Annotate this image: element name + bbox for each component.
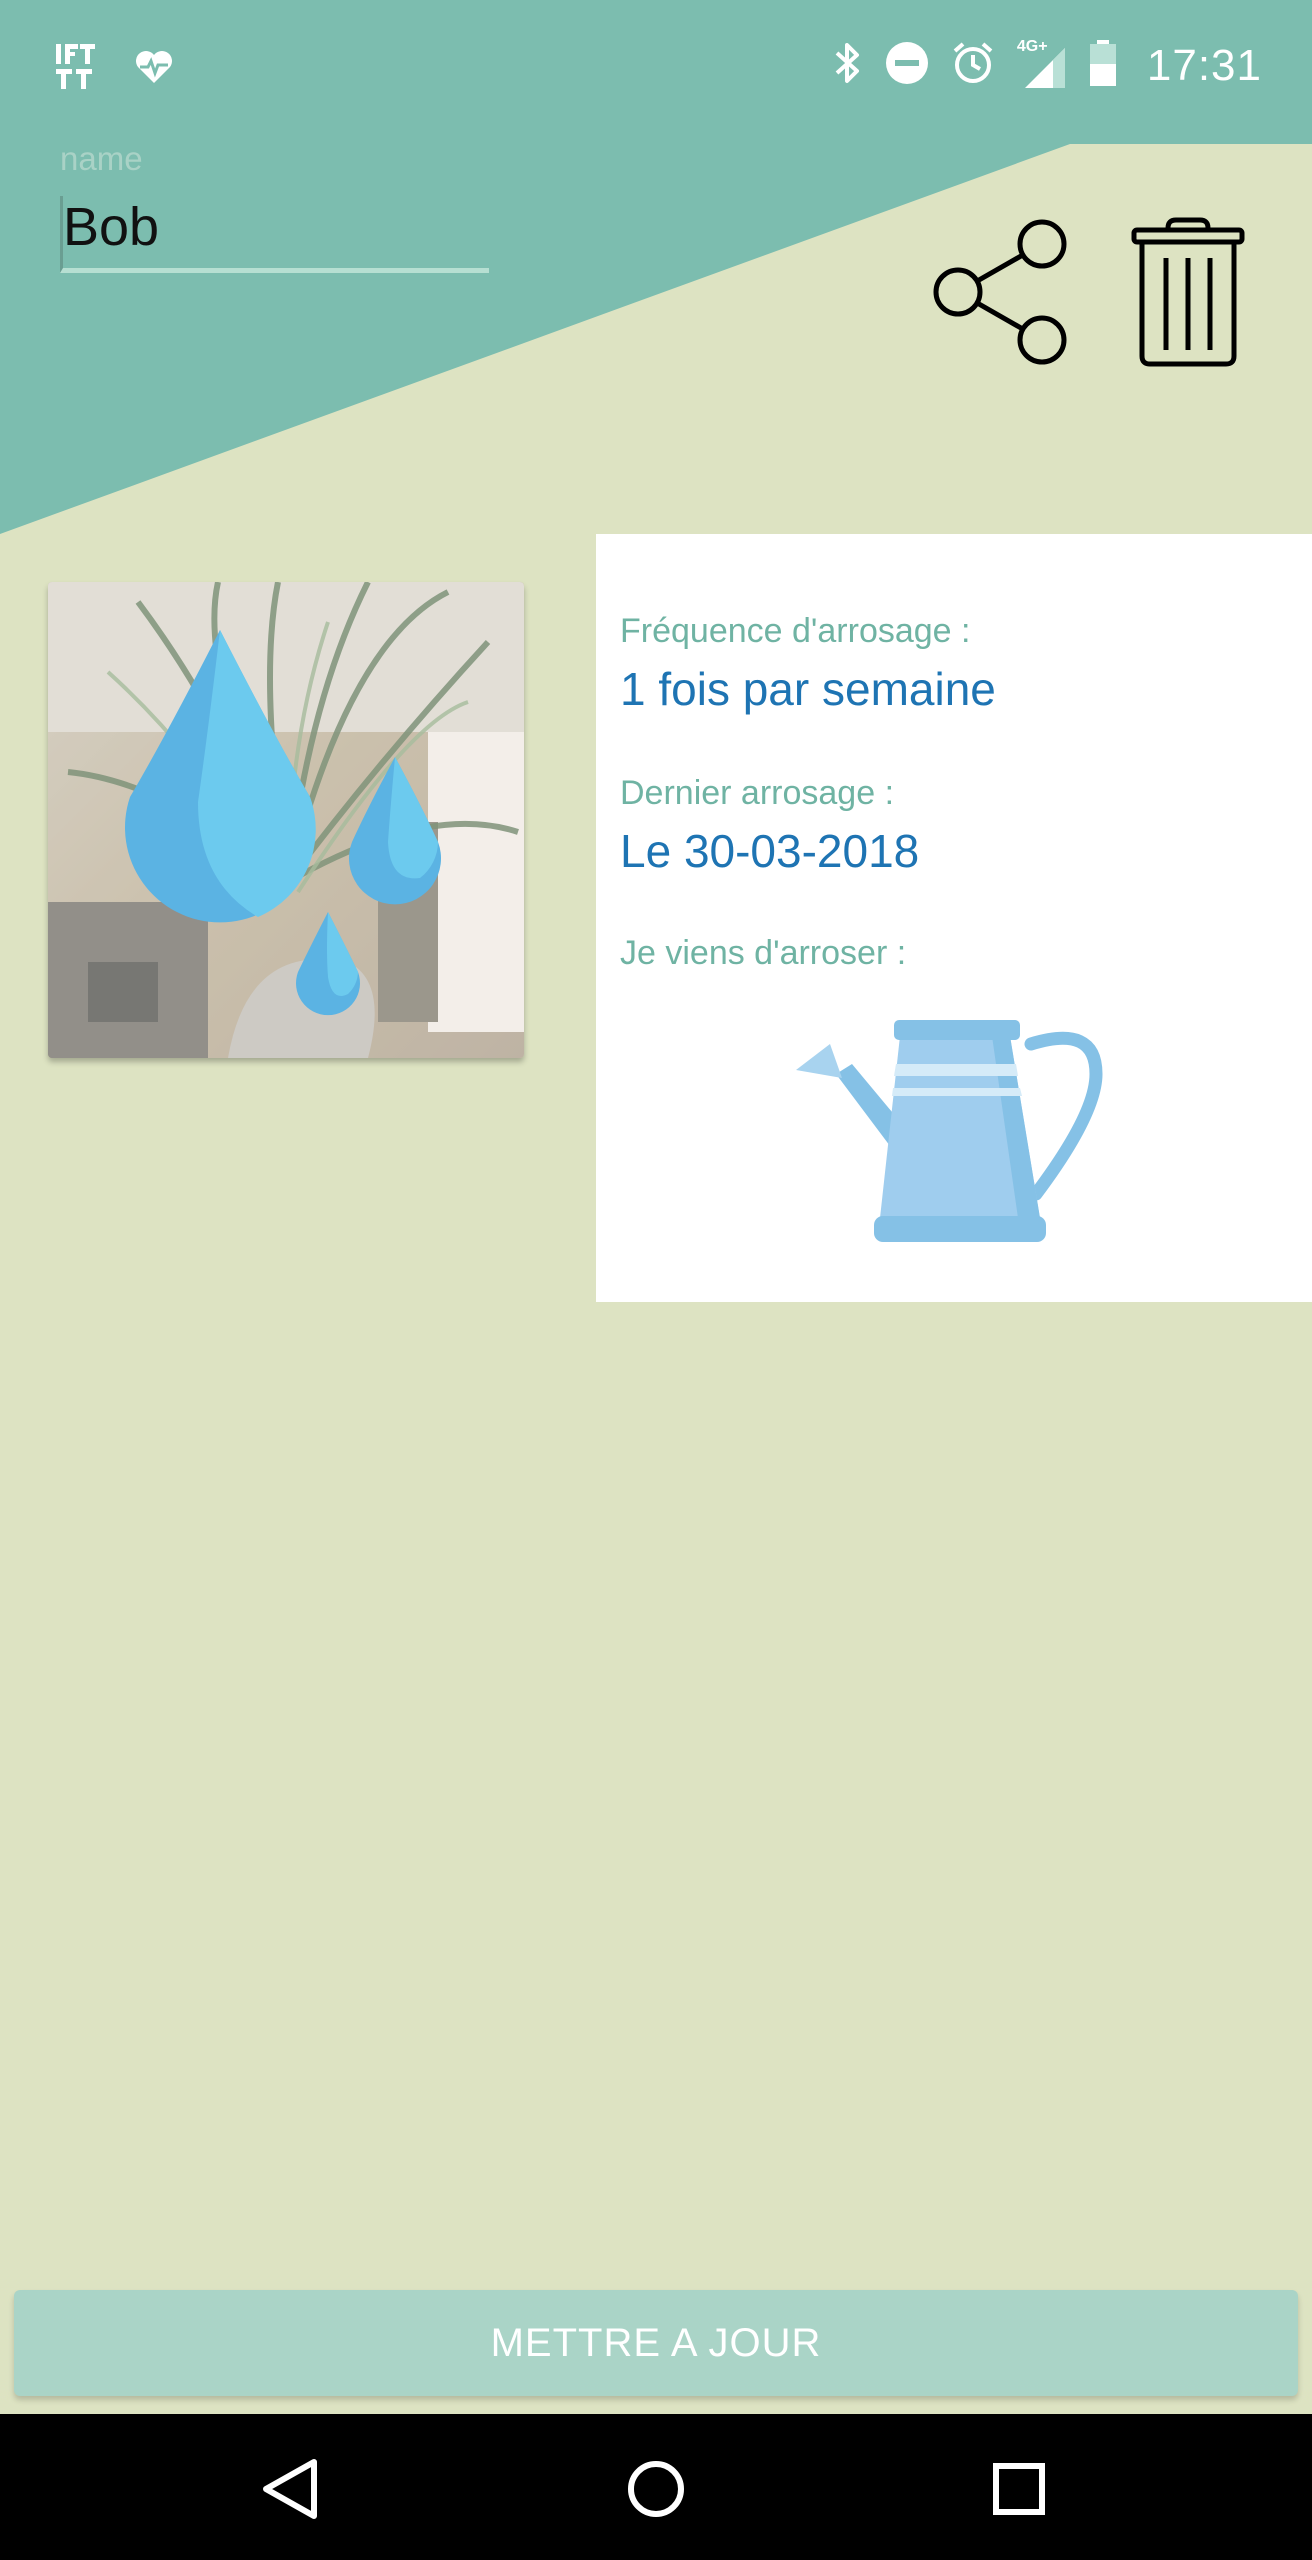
recents-button[interactable] <box>974 2444 1064 2534</box>
name-field: name <box>60 140 489 273</box>
alarm-icon <box>951 41 995 90</box>
plant-photo[interactable] <box>48 582 524 1058</box>
navigation-bar <box>0 2414 1312 2560</box>
just-watered-label: Je viens d'arroser : <box>620 934 907 972</box>
back-button[interactable] <box>244 2444 334 2534</box>
last-watering-label: Dernier arrosage : <box>620 774 895 812</box>
do-not-disturb-icon <box>885 41 929 90</box>
frequency-value: 1 fois par semaine <box>620 663 996 715</box>
share-icon <box>933 219 1067 365</box>
status-bar: 4G+ 17:31 <box>0 0 1312 146</box>
frequency-label: Fréquence d'arrosage : <box>620 612 971 650</box>
status-right: 4G+ 17:31 <box>833 38 1262 91</box>
bluetooth-icon <box>833 41 863 90</box>
share-button[interactable] <box>928 216 1072 368</box>
name-label: name <box>60 140 143 177</box>
battery-icon <box>1089 40 1117 91</box>
watering-info-card: Fréquence d'arrosage : 1 fois par semain… <box>596 534 1312 1302</box>
name-input[interactable] <box>60 196 489 273</box>
delete-button[interactable] <box>1130 216 1246 368</box>
watering-can-icon <box>796 1020 1103 1242</box>
ifttt-icon <box>56 44 96 95</box>
back-icon <box>263 2459 317 2519</box>
status-left <box>56 44 174 95</box>
recents-icon <box>993 2463 1045 2515</box>
trash-icon <box>1131 217 1245 367</box>
heart-pulse-icon <box>134 49 174 90</box>
signal-icon: 4G+ <box>1017 38 1067 90</box>
home-icon <box>628 2461 684 2517</box>
update-button[interactable]: METTRE A JOUR <box>14 2290 1298 2396</box>
last-watering-value: Le 30-03-2018 <box>620 825 920 877</box>
water-now-button[interactable] <box>796 1004 1114 1254</box>
status-time: 17:31 <box>1146 40 1262 90</box>
home-button[interactable] <box>611 2444 701 2534</box>
plant-photo-image <box>48 582 524 1058</box>
